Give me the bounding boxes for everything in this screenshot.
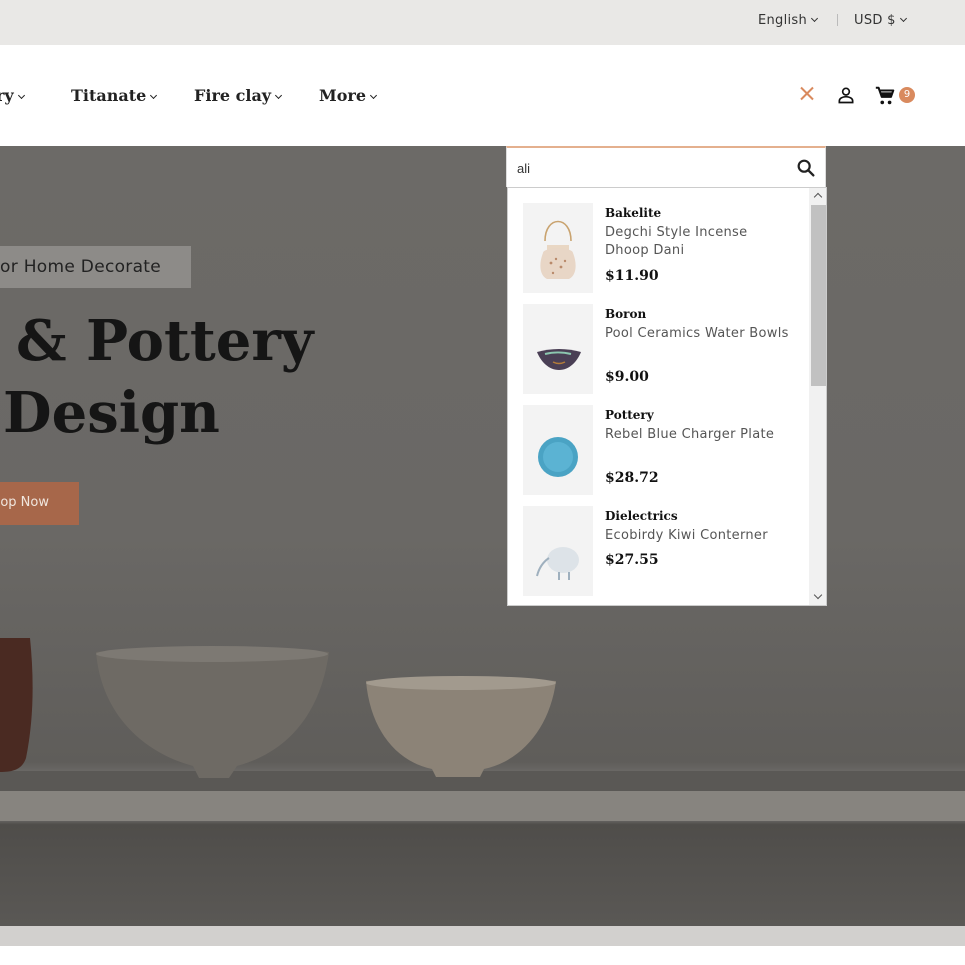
result-name: Rebel Blue Charger Plate	[605, 427, 775, 442]
scroll-down-arrow-icon[interactable]	[809, 589, 826, 605]
product-thumbnail	[523, 203, 593, 293]
nav-item-category[interactable]: ry	[0, 86, 25, 105]
product-thumbnail	[523, 304, 593, 394]
hero-title-line1: & Pottery	[16, 308, 314, 374]
language-selector[interactable]: English	[758, 13, 819, 28]
nav-item-label: ry	[0, 86, 14, 105]
nav-item-label: Fire clay	[194, 86, 272, 105]
main-nav: ry Titanate Fire clay More 9	[0, 45, 965, 146]
top-bar: English USD $	[0, 0, 965, 45]
scroll-thumb[interactable]	[811, 205, 826, 386]
chevron-down-icon	[899, 14, 907, 23]
nav-item-titanate[interactable]: Titanate	[71, 86, 158, 105]
footer-strip	[0, 926, 965, 946]
nav-item-fire-clay[interactable]: Fire clay	[194, 86, 283, 105]
lantern-image	[540, 220, 576, 279]
hero-badge-text: or Home Decorate	[0, 257, 162, 277]
scroll-up-arrow-icon[interactable]	[809, 188, 826, 204]
divider	[837, 14, 838, 26]
search-result-item[interactable]: Bakelite Degchi Style Incense Dhoop Dani…	[523, 203, 803, 295]
user-icon[interactable]	[836, 85, 856, 105]
results-scrollbar[interactable]	[809, 188, 826, 605]
search-results-dropdown: Bakelite Degchi Style Incense Dhoop Dani…	[507, 187, 827, 606]
result-price: $27.55	[605, 552, 659, 568]
search-input[interactable]	[517, 158, 787, 178]
result-name: Pool Ceramics Water Bowls	[605, 326, 789, 341]
search-icon[interactable]	[795, 157, 817, 179]
result-name: Degchi Style Incense Dhoop Dani	[605, 225, 748, 258]
result-price: $9.00	[605, 369, 649, 385]
currency-selector[interactable]: USD $	[854, 13, 907, 28]
result-category: Pottery	[605, 408, 654, 422]
chevron-down-icon	[150, 91, 158, 100]
search-box	[506, 146, 826, 187]
chevron-down-icon	[369, 91, 378, 100]
hero-badge: or Home Decorate	[0, 246, 191, 288]
result-category: Boron	[605, 307, 647, 321]
nav-item-more[interactable]: More	[319, 86, 378, 105]
close-icon[interactable]	[798, 85, 816, 103]
search-result-item[interactable]: Boron Pool Ceramics Water Bowls $9.00	[523, 304, 803, 396]
chevron-down-icon	[811, 14, 819, 23]
hero-title-line2: Design	[3, 380, 220, 446]
product-thumbnail	[523, 405, 593, 495]
chevron-down-icon	[275, 91, 283, 100]
search-result-item[interactable]: Pottery Rebel Blue Charger Plate $28.72	[523, 405, 803, 497]
bowl-image	[537, 349, 581, 370]
search-result-item[interactable]: Dielectrics Ecobirdy Kiwi Conterner $27.…	[523, 506, 803, 598]
plate-image	[538, 437, 578, 477]
chevron-down-icon	[17, 91, 25, 100]
shop-now-button[interactable]: op Now	[0, 482, 79, 525]
result-name: Ecobirdy Kiwi Conterner	[605, 528, 768, 543]
nav-item-label: Titanate	[71, 86, 147, 105]
nav-item-label: More	[319, 86, 366, 105]
cart-count-badge: 9	[899, 87, 915, 103]
result-category: Dielectrics	[605, 509, 678, 523]
language-label: English	[758, 13, 808, 28]
result-category: Bakelite	[605, 206, 662, 220]
result-price: $28.72	[605, 470, 659, 486]
cart-icon[interactable]	[874, 85, 896, 107]
shop-now-label: op Now	[0, 495, 49, 510]
result-price: $11.90	[605, 268, 659, 284]
product-thumbnail	[523, 506, 593, 596]
kiwi-container-image	[536, 547, 579, 580]
currency-label: USD $	[854, 13, 896, 28]
